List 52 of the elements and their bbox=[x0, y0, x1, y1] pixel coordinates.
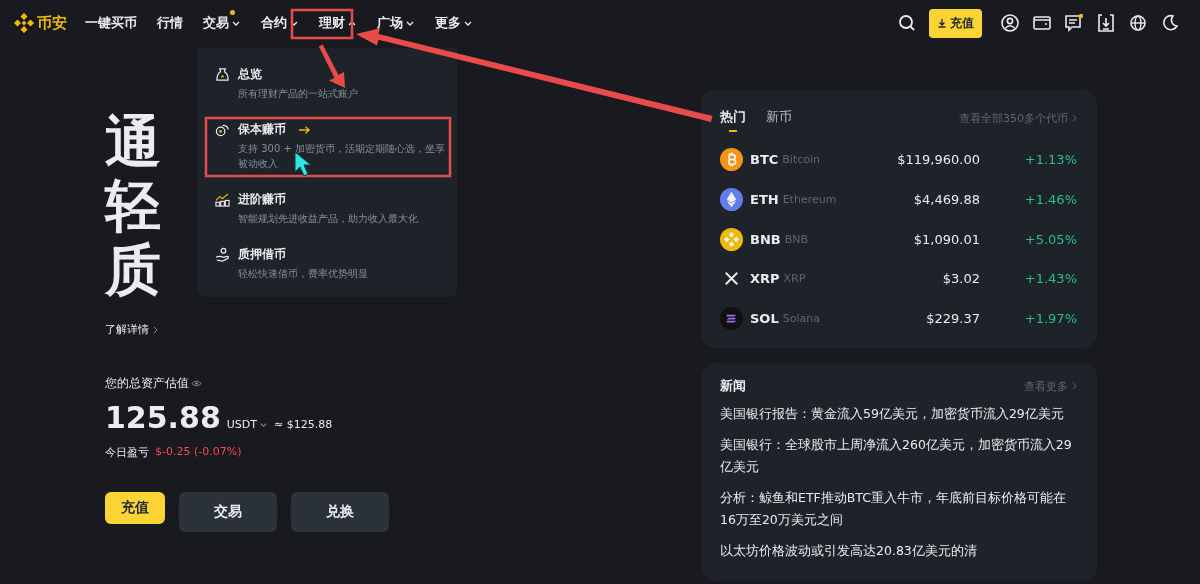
action-button[interactable]: 兑换 bbox=[291, 492, 389, 532]
news-item[interactable]: 分析：鲸鱼和ETF推动BTC重入牛市，年底前目标价格可能在16万至20万美元之间 bbox=[720, 487, 1077, 532]
pnl-label: 今日盈亏 bbox=[105, 445, 149, 460]
menu-item[interactable]: 质押借币 轻松快速借币，费率优势明显 bbox=[215, 246, 451, 281]
coin-symbol: SOL bbox=[750, 311, 779, 327]
learn-more-link[interactable]: 了解详情 bbox=[105, 322, 149, 337]
action-button[interactable]: 交易 bbox=[179, 492, 277, 532]
approx-value: ≈ $125.88 bbox=[274, 418, 333, 431]
logo-text[interactable]: 币安 bbox=[37, 13, 67, 33]
market-tab[interactable]: 热门 bbox=[720, 104, 746, 132]
news-item[interactable]: 以太坊价格波动或引发高达20.83亿美元的清 bbox=[720, 540, 1077, 563]
coin-price: $3.02 bbox=[941, 271, 980, 287]
coin-symbol: ETH bbox=[750, 192, 779, 208]
headline-text: 质 bbox=[105, 238, 161, 302]
assets-label: 您的总资产估值 bbox=[105, 375, 189, 392]
news-title: 新闻 bbox=[720, 377, 746, 396]
coin-change: +1.13% bbox=[1023, 152, 1077, 168]
coin-price: $119,960.00 bbox=[896, 152, 980, 168]
coin-change: +5.05% bbox=[1023, 231, 1077, 247]
headline-text: 轻 bbox=[105, 174, 161, 238]
pnl-value: $-0.25 (-0.07%) bbox=[155, 445, 242, 460]
coin-name: Solana bbox=[782, 312, 821, 326]
coin-change: +1.46% bbox=[1023, 192, 1077, 208]
headline-text: 通 bbox=[105, 110, 161, 174]
coin-price: $1,090.01 bbox=[912, 231, 980, 247]
coin-name: XRP bbox=[783, 272, 807, 286]
menu-item[interactable]: 总览 所有理财产品的一站式账户 bbox=[215, 66, 451, 101]
coin-symbol: BTC bbox=[750, 152, 779, 168]
menu-item[interactable]: 进阶赚币 智能规划先进收益产品，助力收入最大化 bbox=[215, 191, 451, 226]
action-button[interactable]: 充值 bbox=[105, 492, 165, 524]
news-item[interactable]: 美国银行报告：黄金流入59亿美元，加密货币流入29亿美元 bbox=[720, 403, 1077, 426]
nav-item[interactable]: 一键买币 bbox=[85, 14, 137, 32]
coin-price: $229.37 bbox=[925, 311, 980, 327]
nav-item[interactable]: 合约 bbox=[261, 14, 299, 32]
news-item[interactable]: 美国银行：全球股市上周净流入260亿美元，加密货币流入29亿美元 bbox=[720, 434, 1077, 479]
nav-item[interactable]: 广场 bbox=[377, 14, 415, 32]
coin-price: $4,469.88 bbox=[912, 192, 980, 208]
nav-item[interactable]: 行情 bbox=[157, 14, 183, 32]
currency-selector[interactable]: USDT bbox=[226, 418, 268, 431]
coin-name: Bitcoin bbox=[782, 153, 822, 167]
deposit-button[interactable]: 充值 bbox=[929, 8, 982, 38]
coin-symbol: XRP bbox=[750, 271, 780, 287]
menu-item[interactable]: 保本赚币 支持 300 + 加密货币，活期定期随心选，坐享被动收入 bbox=[215, 121, 451, 171]
coin-symbol: BNB bbox=[750, 231, 781, 247]
market-tab[interactable]: 新币 bbox=[766, 104, 792, 132]
coin-change: +1.43% bbox=[1023, 271, 1077, 287]
coin-name: Ethereum bbox=[782, 193, 838, 207]
coin-change: +1.97% bbox=[1023, 311, 1077, 327]
nav-item[interactable]: 理财 bbox=[319, 14, 357, 32]
balance-amount: 125.88 bbox=[105, 400, 221, 435]
coin-name: BNB bbox=[784, 232, 810, 246]
nav-item[interactable]: 更多 bbox=[435, 14, 473, 32]
